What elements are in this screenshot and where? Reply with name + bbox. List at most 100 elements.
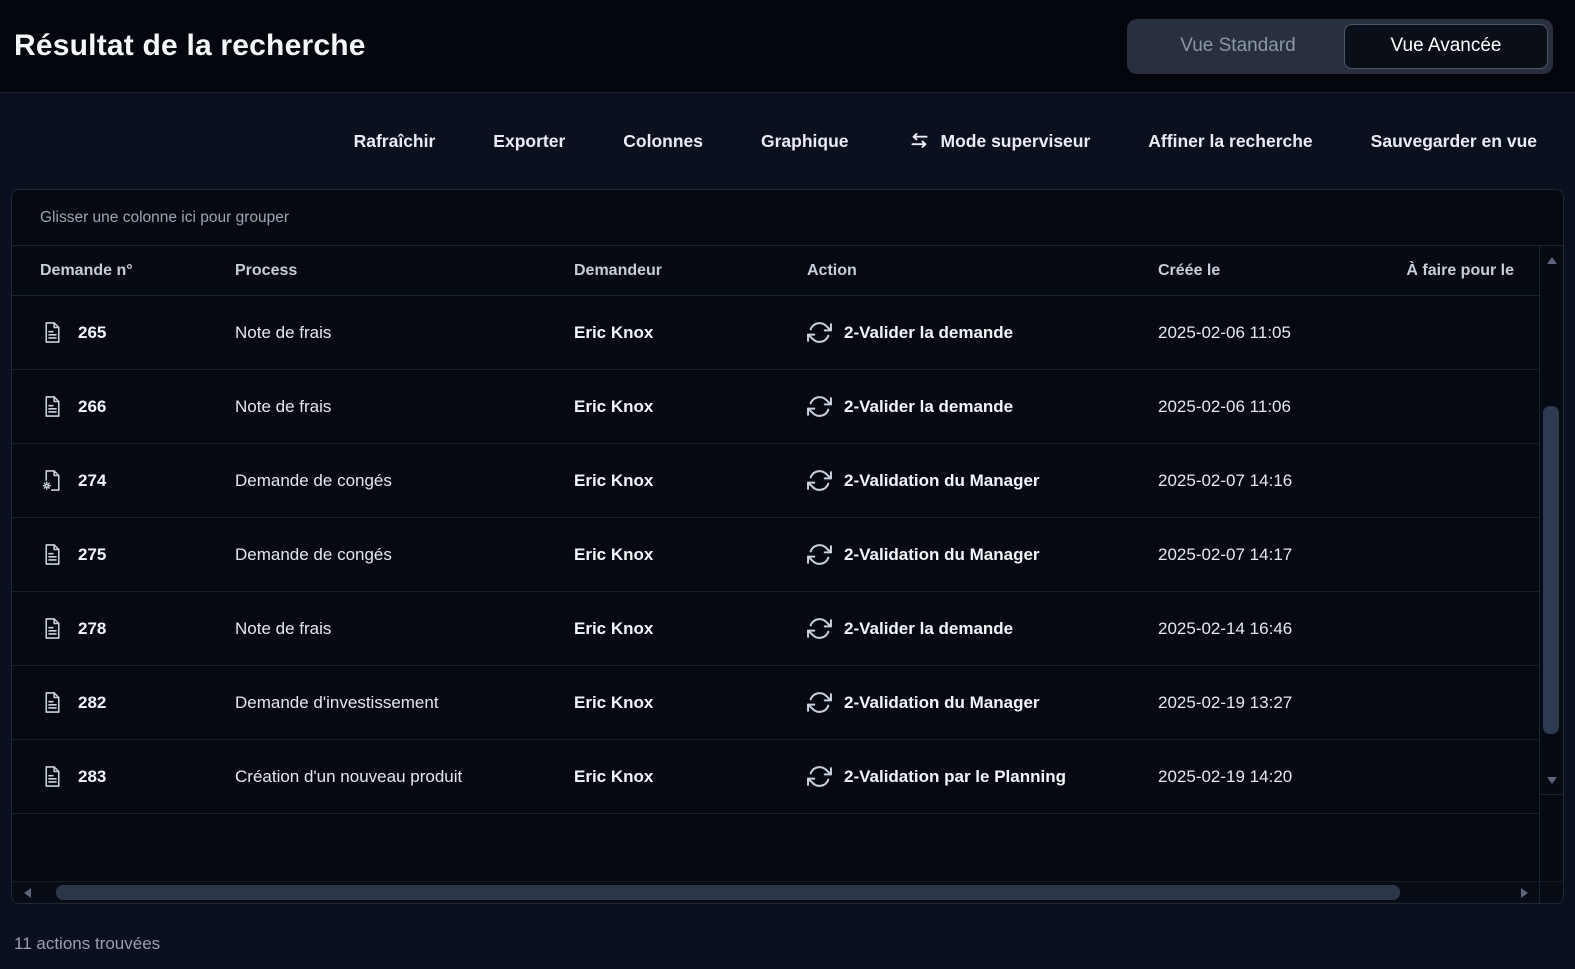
action-label: 2-Valider la demande	[844, 619, 1013, 639]
columns-button[interactable]: Colonnes	[623, 131, 703, 152]
action-label: 2-Valider la demande	[844, 397, 1013, 417]
refine-search-button[interactable]: Affiner la recherche	[1148, 131, 1312, 152]
toolbar: Rafraîchir Exporter Colonnes Graphique M…	[0, 93, 1575, 189]
sync-arrows-icon	[807, 468, 832, 493]
created-cell: 2025-02-19 13:27	[1158, 693, 1405, 713]
request-number-cell: 283	[40, 764, 235, 789]
scrollbar-divider	[1540, 794, 1563, 795]
group-hint: Glisser une colonne ici pour grouper	[40, 209, 289, 227]
action-cell: 2-Valider la demande	[807, 320, 1158, 345]
requester-cell: Eric Knox	[574, 693, 807, 713]
table-row[interactable]: 282 Demande d'investissement Eric Knox 2…	[12, 666, 1539, 740]
scroll-right-button[interactable]	[1509, 882, 1539, 903]
request-number: 275	[78, 545, 106, 565]
horizontal-scrollbar[interactable]	[12, 881, 1563, 903]
scrollbar-corner	[1539, 882, 1563, 903]
horizontal-scrollbar-thumb[interactable]	[56, 885, 1400, 900]
request-number-cell: 275	[40, 542, 235, 567]
column-header-action[interactable]: Action	[807, 262, 1158, 280]
table-row[interactable]: 274 Demande de congés Eric Knox 2-Valida…	[12, 444, 1539, 518]
column-header-creee-le[interactable]: Créée le	[1158, 262, 1405, 280]
action-cell: 2-Validation du Manager	[807, 542, 1158, 567]
action-cell: 2-Validation du Manager	[807, 468, 1158, 493]
table-content: Demande n° Process Demandeur Action Créé…	[12, 246, 1539, 881]
column-header-process[interactable]: Process	[235, 262, 574, 280]
requester-cell: Eric Knox	[574, 619, 807, 639]
action-label: 2-Validation du Manager	[844, 471, 1040, 491]
empty-rows-area	[12, 814, 1539, 881]
page-title: Résultat de la recherche	[14, 29, 366, 63]
view-advanced-button[interactable]: Vue Avancée	[1344, 24, 1548, 69]
table-row[interactable]: 265 Note de frais Eric Knox 2-Valider la…	[12, 296, 1539, 370]
created-cell: 2025-02-06 11:06	[1158, 397, 1405, 417]
view-standard-button[interactable]: Vue Standard	[1132, 24, 1344, 69]
vertical-scrollbar[interactable]	[1539, 246, 1563, 881]
column-header-demandeur[interactable]: Demandeur	[574, 262, 807, 280]
refresh-button[interactable]: Rafraîchir	[354, 131, 436, 152]
request-number: 265	[78, 323, 106, 343]
requester-cell: Eric Knox	[574, 397, 807, 417]
app-header: Résultat de la recherche Vue Standard Vu…	[0, 0, 1575, 93]
process-cell: Demande de congés	[235, 471, 574, 491]
requester-cell: Eric Knox	[574, 767, 807, 787]
requester-cell: Eric Knox	[574, 323, 807, 343]
process-cell: Demande d'investissement	[235, 693, 574, 713]
horizontal-scrollbar-track[interactable]	[42, 882, 1509, 903]
action-label: 2-Validation du Manager	[844, 545, 1040, 565]
request-number: 282	[78, 693, 106, 713]
document-icon	[40, 320, 65, 345]
request-number: 266	[78, 397, 106, 417]
vertical-scrollbar-thumb[interactable]	[1543, 406, 1559, 734]
action-label: 2-Validation du Manager	[844, 693, 1040, 713]
process-cell: Note de frais	[235, 619, 574, 639]
table-row[interactable]: 275 Demande de congés Eric Knox 2-Valida…	[12, 518, 1539, 592]
save-view-button[interactable]: Sauvegarder en vue	[1371, 131, 1537, 152]
document-icon	[40, 616, 65, 641]
action-cell: 2-Validation du Manager	[807, 690, 1158, 715]
request-number-cell: 266	[40, 394, 235, 419]
action-cell: 2-Valider la demande	[807, 394, 1158, 419]
document-icon	[40, 542, 65, 567]
action-label: 2-Validation par le Planning	[844, 767, 1066, 787]
chevron-right-icon	[1521, 888, 1528, 898]
created-cell: 2025-02-06 11:05	[1158, 323, 1405, 343]
requester-cell: Eric Knox	[574, 545, 807, 565]
results-count: 11 actions trouvées	[14, 934, 1575, 954]
table-row[interactable]: 266 Note de frais Eric Knox 2-Valider la…	[12, 370, 1539, 444]
created-cell: 2025-02-07 14:16	[1158, 471, 1405, 491]
scroll-up-button[interactable]	[1540, 248, 1563, 272]
column-header-demande-n[interactable]: Demande n°	[40, 262, 235, 280]
action-cell: 2-Validation par le Planning	[807, 764, 1158, 789]
table-row[interactable]: 283 Création d'un nouveau produit Eric K…	[12, 740, 1539, 814]
process-cell: Demande de congés	[235, 545, 574, 565]
process-cell: Note de frais	[235, 397, 574, 417]
created-cell: 2025-02-07 14:17	[1158, 545, 1405, 565]
document-icon	[40, 690, 65, 715]
sync-arrows-icon	[807, 764, 832, 789]
table-row[interactable]: 278 Note de frais Eric Knox 2-Valider la…	[12, 592, 1539, 666]
supervisor-mode-button[interactable]: Mode superviseur	[907, 129, 1091, 154]
group-drop-zone[interactable]: Glisser une colonne ici pour grouper	[12, 190, 1563, 246]
sync-arrows-icon	[807, 690, 832, 715]
sync-arrows-icon	[807, 616, 832, 641]
column-header-a-faire-pour-le[interactable]: À faire pour le	[1405, 262, 1514, 280]
process-cell: Note de frais	[235, 323, 574, 343]
scroll-down-button[interactable]	[1540, 768, 1563, 792]
chart-button[interactable]: Graphique	[761, 131, 849, 152]
chevron-up-icon	[1547, 257, 1557, 264]
export-button[interactable]: Exporter	[493, 131, 565, 152]
chevron-left-icon	[24, 888, 31, 898]
sync-arrows-icon	[807, 320, 832, 345]
created-cell: 2025-02-19 14:20	[1158, 767, 1405, 787]
requester-cell: Eric Knox	[574, 471, 807, 491]
action-label: 2-Valider la demande	[844, 323, 1013, 343]
chevron-down-icon	[1547, 777, 1557, 784]
scroll-left-button[interactable]	[12, 882, 42, 903]
supervisor-mode-label: Mode superviseur	[941, 131, 1091, 152]
document-gear-icon	[40, 468, 65, 493]
request-number-cell: 274	[40, 468, 235, 493]
request-number-cell: 265	[40, 320, 235, 345]
request-number: 283	[78, 767, 106, 787]
request-number-cell: 282	[40, 690, 235, 715]
document-icon	[40, 394, 65, 419]
